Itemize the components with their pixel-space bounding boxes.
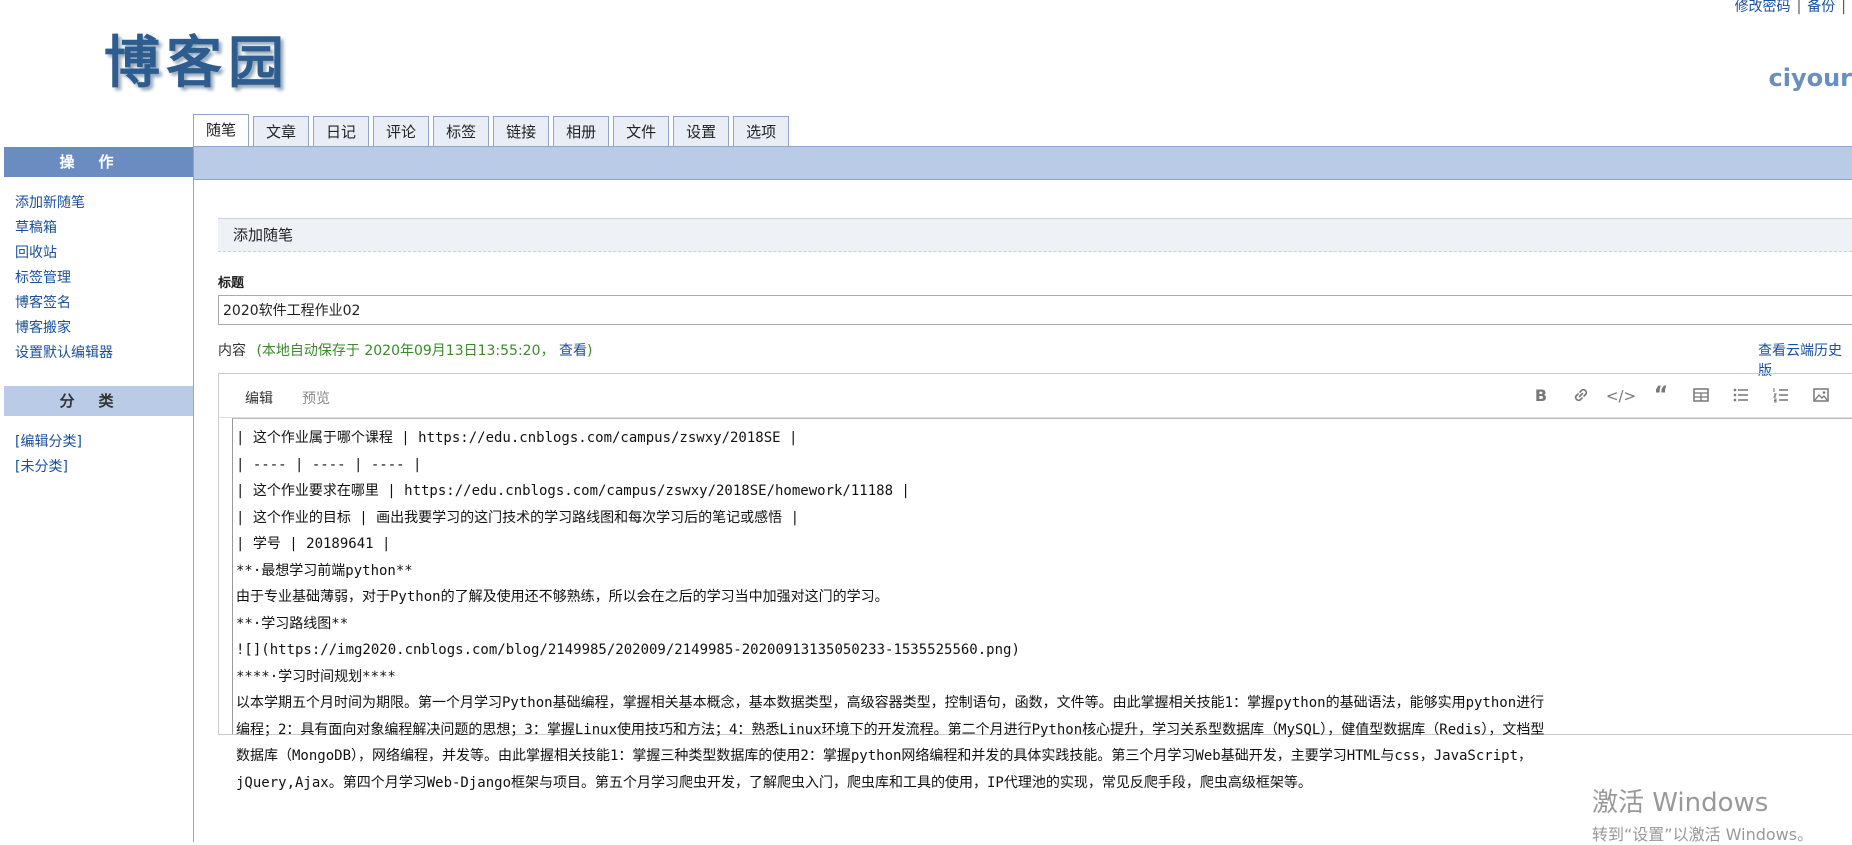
editor-textarea[interactable]: | 这个作业属于哪个课程 | https://edu.cnblogs.com/c… <box>232 418 1852 791</box>
image-icon[interactable] <box>1801 386 1841 406</box>
tab-edit[interactable]: 编辑 <box>245 388 273 408</box>
editor-line: **·学习路线图** <box>236 615 349 632</box>
section-title: 添加随笔 <box>218 218 1852 252</box>
autosave-text: (本地自动保存于 2020年09月13日13:55:20， <box>256 343 555 359</box>
fullscreen-icon[interactable] <box>1841 386 1852 406</box>
tab-diary[interactable]: 日记 <box>313 116 370 146</box>
sidebar-item-default-editor[interactable]: 设置默认编辑器 <box>15 345 113 361</box>
title-label: 标题 <box>218 276 245 291</box>
autosave-view-link[interactable]: 查看 <box>559 343 587 359</box>
main-content: 添加随笔 标题 内容 (本地自动保存于 2020年09月13日13:55:20，… <box>218 218 1852 791</box>
sidebar-item-drafts[interactable]: 草稿箱 <box>15 220 57 236</box>
windows-activation-watermark: 激活 Windows 转到“设置”以激活 Windows。 <box>1592 782 1813 845</box>
editor-line: | 学号 | 20189641 | <box>236 536 391 552</box>
table-icon[interactable] <box>1681 386 1721 406</box>
tab-articles[interactable]: 文章 <box>253 116 310 146</box>
site-logo[interactable]: 博客园 <box>104 18 290 99</box>
tab-files[interactable]: 文件 <box>613 116 670 146</box>
sidebar-item-tag-manage[interactable]: 标签管理 <box>15 270 71 286</box>
editor-line: 编程；2：具有面向对象编程解决问题的思想；3：掌握Linux使用技巧和方法；4：… <box>236 721 1545 738</box>
sidebar-ops-list: 添加新随笔 草稿箱 回收站 标签管理 博客签名 博客搬家 设置默认编辑器 <box>4 177 193 372</box>
editor-line: ****·学习时间规划**** <box>236 668 396 685</box>
tab-options[interactable]: 选项 <box>733 116 790 146</box>
editor-line: 以本学期五个月时间为期限。第一个月学习Python基础编程，掌握相关基本概念，基… <box>236 695 1545 711</box>
code-icon[interactable]: </> <box>1601 386 1641 406</box>
watermark-subtitle: 转到“设置”以激活 Windows。 <box>1592 825 1814 844</box>
editor-line: | 这个作业要求在哪里 | https://edu.cnblogs.com/ca… <box>236 483 910 499</box>
content-label: 内容 <box>218 343 246 359</box>
change-password-link[interactable]: 修改密码 <box>1735 0 1791 15</box>
sidebar-item-edit-category[interactable]: [编辑分类] <box>15 434 82 450</box>
editor-line: **·最想学习前端python** <box>236 562 413 579</box>
sidebar-item-recycle-bin[interactable]: 回收站 <box>15 245 57 261</box>
separator: | <box>1796 0 1802 15</box>
sidebar-ops-title: 操作 <box>4 147 193 177</box>
sidebar-category-title: 分类 <box>4 386 193 416</box>
autosave-status: (本地自动保存于 2020年09月13日13:55:20， 查看) <box>256 343 592 359</box>
quote-icon[interactable]: “ <box>1641 385 1681 407</box>
sidebar-item-uncategorized[interactable]: [未分类] <box>15 459 68 475</box>
editor-line: | 这个作业的目标 | 画出我要学习的这门技术的学习路线图和每次学习后的笔记或感… <box>236 509 799 526</box>
separator: | <box>1841 0 1846 15</box>
editor-toolbar: 编辑 预览 B </> “ <box>219 374 1852 418</box>
sidebar-item-blog-signature[interactable]: 博客签名 <box>15 295 71 311</box>
autosave-close: ) <box>586 343 593 359</box>
editor-line: | 这个作业属于哪个课程 | https://edu.cnblogs.com/c… <box>236 430 798 446</box>
content-row: 内容 (本地自动保存于 2020年09月13日13:55:20， 查看) 查看云… <box>218 341 1852 379</box>
editor-line: | ---- | ---- | ---- | <box>236 456 422 473</box>
tab-bar <box>193 146 1852 180</box>
bullet-list-icon[interactable] <box>1721 386 1761 406</box>
editor-line: 数据库（MongoDB），网络编程，并发等。由此掌握相关技能1：掌握三种类型数据… <box>236 748 1533 764</box>
link-icon[interactable] <box>1561 386 1601 406</box>
tab-albums[interactable]: 相册 <box>553 116 610 146</box>
bold-icon[interactable]: B <box>1521 386 1561 406</box>
backup-link[interactable]: 备份 <box>1807 0 1835 15</box>
tab-preview[interactable]: 预览 <box>302 388 330 408</box>
editor-line: 由于专业基础薄弱，对于Python的了解及使用还不够熟练，所以会在之后的学习当中… <box>236 589 889 605</box>
tab-posts[interactable]: 随笔 <box>193 114 250 146</box>
editor-tool-icons: B </> “ <box>1521 385 1852 407</box>
tab-comments[interactable]: 评论 <box>373 116 430 146</box>
sidebar-item-add-post[interactable]: 添加新随笔 <box>15 195 85 211</box>
main-tabs: 随笔 文章 日记 评论 标签 链接 相册 文件 设置 选项 <box>193 114 793 146</box>
editor-line: ![](https://img2020.cnblogs.com/blog/214… <box>236 642 1020 658</box>
title-input[interactable] <box>218 295 1852 325</box>
tab-settings[interactable]: 设置 <box>673 116 730 146</box>
watermark-title: 激活 Windows <box>1592 788 1769 818</box>
top-links: 修改密码 | 备份 | <box>1735 0 1852 16</box>
sidebar-item-blog-move[interactable]: 博客搬家 <box>15 320 71 336</box>
sidebar-category-list: [编辑分类] [未分类] <box>4 416 193 486</box>
tab-links[interactable]: 链接 <box>493 116 550 146</box>
username[interactable]: ciyour <box>1768 64 1852 92</box>
sidebar: 操作 添加新随笔 草稿箱 回收站 标签管理 博客签名 博客搬家 设置默认编辑器 … <box>4 147 194 842</box>
tab-tags[interactable]: 标签 <box>433 116 490 146</box>
markdown-editor: 编辑 预览 B </> “ | 这个作业属于哪个课程 | https://edu… <box>218 373 1852 791</box>
numbered-list-icon[interactable] <box>1761 386 1801 406</box>
